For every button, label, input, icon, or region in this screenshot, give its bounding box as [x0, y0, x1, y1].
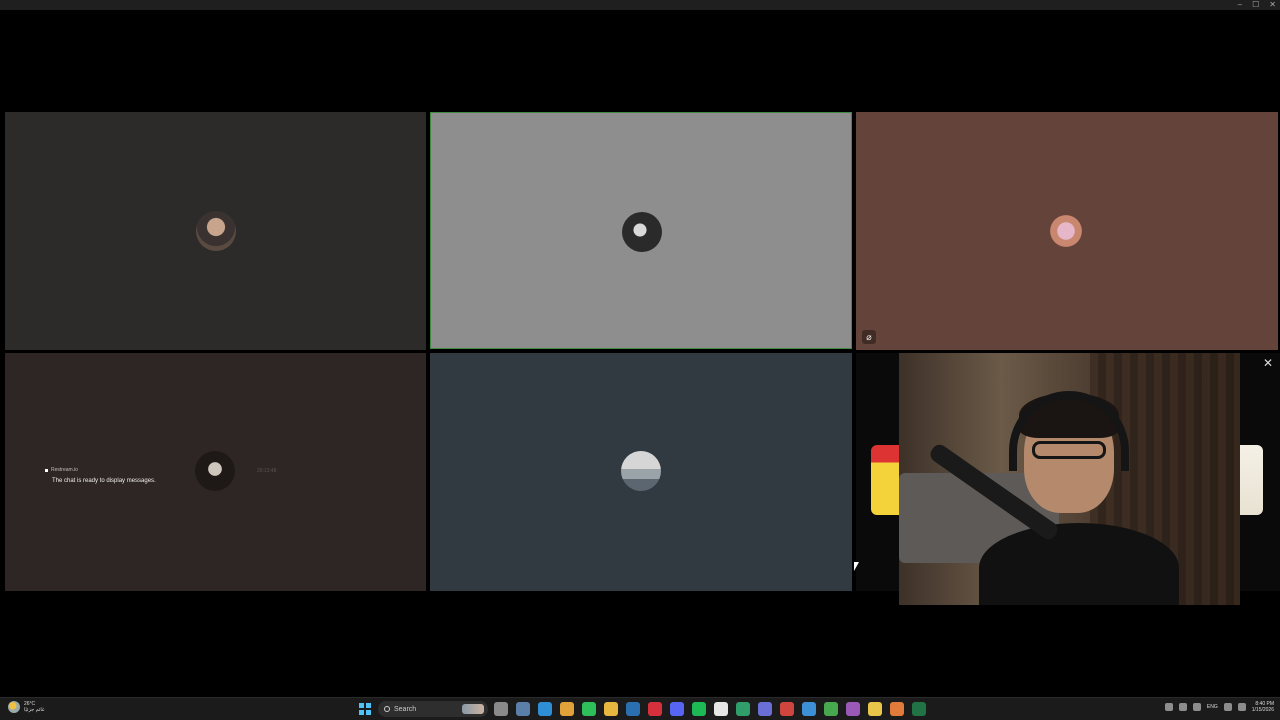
microphone-icon[interactable] [1192, 703, 1201, 711]
linkedin-icon[interactable] [626, 702, 640, 716]
language-indicator[interactable]: ENG [1207, 704, 1218, 710]
restream-icon [45, 468, 48, 472]
chrome-profile-3-icon[interactable] [824, 702, 838, 716]
search-label: Search [394, 705, 417, 713]
avatar [1046, 211, 1086, 251]
weather-condition: غائم جزئيًا [24, 707, 45, 713]
mouse-cursor-icon [854, 562, 859, 571]
minimize-button[interactable]: – [1238, 0, 1242, 10]
avatar [196, 211, 236, 251]
webcam-preview[interactable] [899, 353, 1240, 605]
chrome-profile-2-icon[interactable] [802, 702, 816, 716]
excel-icon[interactable] [912, 702, 926, 716]
sticky-notes-icon[interactable] [868, 702, 882, 716]
sync-icon[interactable] [1178, 703, 1187, 711]
chat-overlay: Restream.io The chat is ready to display… [45, 467, 156, 484]
start-button[interactable] [359, 703, 371, 715]
sticker-image [871, 445, 899, 515]
taskbar-apps [494, 702, 926, 716]
avatar [621, 451, 661, 491]
participant-tile-2-speaking[interactable] [430, 112, 852, 349]
network-icon[interactable] [1223, 703, 1232, 711]
participant-tile-1[interactable] [5, 112, 426, 350]
tiktok-icon[interactable] [714, 702, 728, 716]
participant-tile-5[interactable] [430, 353, 852, 591]
person-shirt [979, 523, 1179, 605]
chrome-icon[interactable] [560, 702, 574, 716]
avatar [622, 212, 662, 252]
participant-tile-3[interactable]: ⌀ [856, 112, 1278, 350]
chrome-profile-5-icon[interactable] [890, 702, 904, 716]
participant-tile-4[interactable]: Restream.io The chat is ready to display… [5, 353, 426, 591]
window-controls: – ☐ ✕ [1238, 0, 1276, 10]
chat-source: Restream.io [45, 467, 156, 473]
avatar [195, 451, 235, 491]
weather-widget[interactable]: 26°C غائم جزئيًا [8, 701, 45, 713]
edge-icon[interactable] [538, 702, 552, 716]
taskbar-search[interactable]: Search [378, 701, 488, 717]
chat-message: The chat is ready to display messages. [52, 478, 156, 484]
maximize-button[interactable]: ☐ [1252, 0, 1259, 10]
widgets-icon[interactable] [516, 702, 530, 716]
sticker-image [1240, 445, 1263, 515]
volume-icon[interactable] [1237, 703, 1246, 711]
chrome-profile-icon[interactable] [780, 702, 794, 716]
chat-source-label: Restream.io [51, 467, 78, 473]
mic-off-icon: ⌀ [862, 330, 876, 344]
glasses [1032, 441, 1106, 459]
window-title-bar: – ☐ ✕ [0, 0, 1280, 10]
clock[interactable]: 8:40 PM 1/15/2026 [1252, 701, 1274, 713]
close-icon[interactable]: ✕ [1262, 357, 1274, 369]
clock-date: 1/15/2026 [1251, 707, 1274, 713]
chevron-up-icon[interactable] [1164, 703, 1173, 711]
file-explorer-icon[interactable] [604, 702, 618, 716]
system-tray: ENG 8:40 PM 1/15/2026 [1164, 701, 1274, 713]
whatsapp-icon[interactable] [582, 702, 596, 716]
spotify-icon[interactable] [692, 702, 706, 716]
weather-icon [8, 701, 20, 713]
meet-icon[interactable] [736, 702, 750, 716]
task-view-icon[interactable] [494, 702, 508, 716]
teams-icon[interactable] [758, 702, 772, 716]
chrome-profile-4-icon[interactable] [846, 702, 860, 716]
discord-icon[interactable] [670, 702, 684, 716]
search-highlight-image [462, 704, 484, 714]
search-icon [384, 706, 390, 712]
chat-timestamp: 20:13:48 [257, 468, 277, 474]
close-window-button[interactable]: ✕ [1269, 0, 1276, 10]
opera-icon[interactable] [648, 702, 662, 716]
taskbar: 26°C غائم جزئيًا Search ENG 8:40 PM 1/15… [0, 697, 1280, 720]
